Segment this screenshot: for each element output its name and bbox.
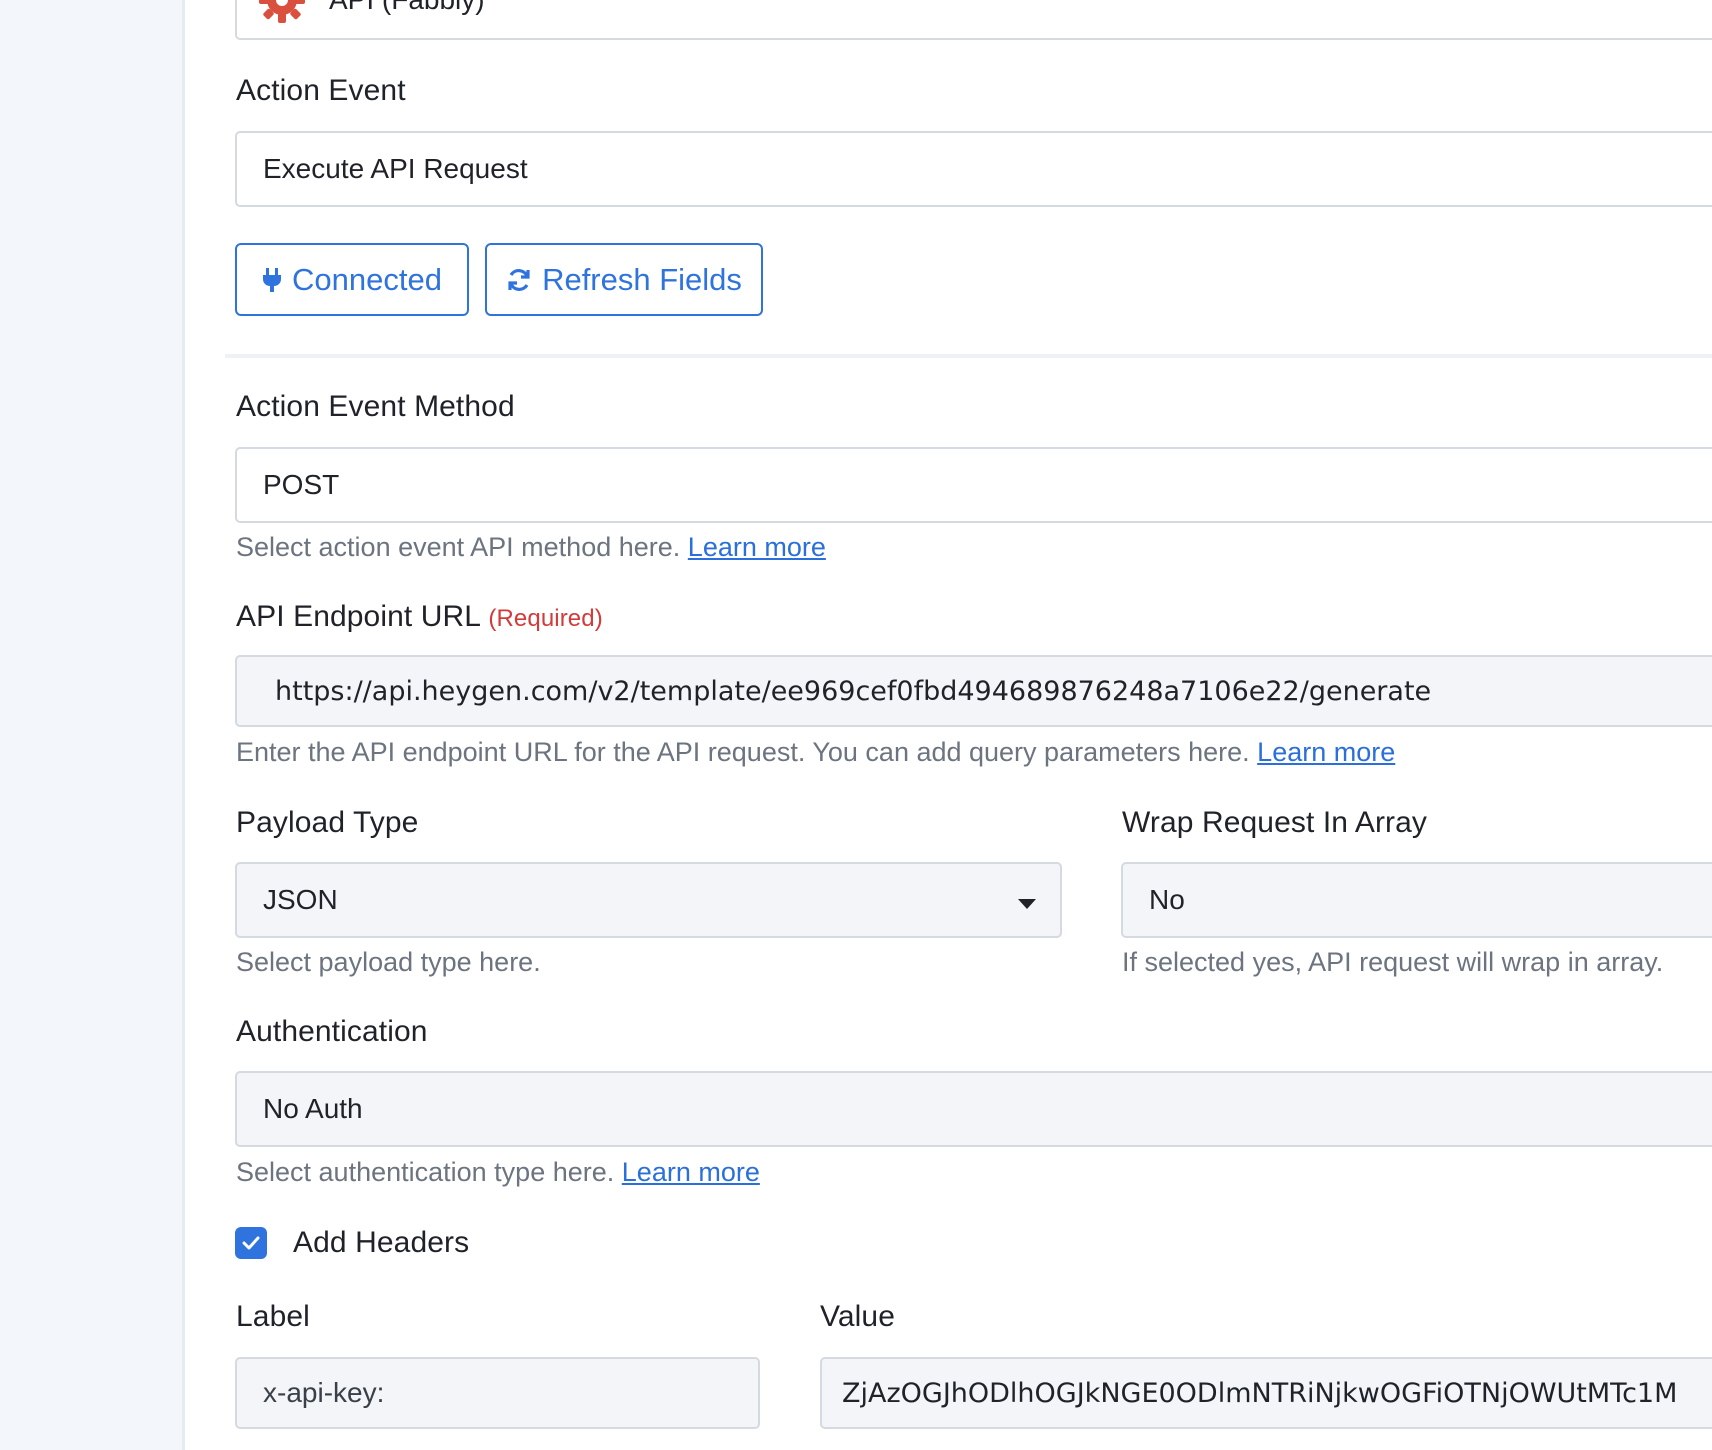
method-label: Action Event Method — [236, 390, 515, 423]
plug-icon — [262, 267, 282, 293]
app-selector[interactable]: API (Fabbly) — [235, 0, 1712, 40]
wrap-request-value: No — [1149, 884, 1185, 915]
auth-value: No Auth — [263, 1093, 363, 1124]
action-config-panel: API (Fabbly) Action Event Execute API Re… — [185, 0, 1712, 1450]
wrap-label: Wrap Request In Array — [1122, 806, 1428, 839]
action-event-label: Action Event — [236, 74, 406, 107]
method-help: Select action event API method here. Lea… — [236, 532, 826, 563]
header-value-input[interactable]: ZjAzOGJhODlhOGJkNGE0ODlmNTRiNjkwOGFiOTNj… — [820, 1357, 1712, 1429]
endpoint-label: API Endpoint URL — [236, 600, 480, 633]
header-label-input[interactable]: x-api-key: — [235, 1357, 760, 1429]
payload-type-value: JSON — [263, 884, 338, 915]
payload-help: Select payload type here. — [236, 947, 541, 977]
refresh-label: Refresh Fields — [542, 261, 742, 297]
payload-label: Payload Type — [236, 806, 419, 839]
endpoint-url-input[interactable]: https://api.heygen.com/v2/template/ee969… — [235, 655, 1712, 727]
header-value-value: ZjAzOGJhODlhOGJkNGE0ODlmNTRiNjkwOGFiOTNj… — [842, 1377, 1678, 1409]
endpoint-learn-more-link[interactable]: Learn more — [1257, 737, 1395, 767]
method-select[interactable]: POST — [235, 447, 1712, 523]
payload-type-select[interactable]: JSON — [235, 862, 1062, 938]
auth-label: Authentication — [236, 1015, 428, 1048]
action-event-select[interactable]: Execute API Request — [235, 131, 1712, 207]
auth-select[interactable]: No Auth — [235, 1071, 1712, 1147]
endpoint-label-row: API Endpoint URL (Required) — [236, 600, 603, 634]
gear-icon — [257, 0, 307, 25]
connected-label: Connected — [292, 261, 442, 297]
checkmark-icon — [242, 1236, 260, 1250]
wrap-request-select[interactable]: No — [1121, 862, 1712, 938]
refresh-icon — [506, 267, 532, 293]
auth-help-text: Select authentication type here. — [236, 1157, 615, 1187]
endpoint-help: Enter the API endpoint URL for the API r… — [236, 737, 1395, 768]
endpoint-url-value: https://api.heygen.com/v2/template/ee969… — [275, 675, 1432, 707]
app-title: API (Fabbly) — [329, 0, 485, 16]
action-event-value: Execute API Request — [263, 153, 528, 184]
auth-help: Select authentication type here. Learn m… — [236, 1157, 760, 1188]
wrap-help: If selected yes, API request will wrap i… — [1122, 947, 1664, 977]
headers-label-column: Label — [236, 1300, 310, 1333]
header-label-value: x-api-key: — [263, 1377, 385, 1408]
section-divider — [225, 354, 1712, 358]
method-help-text: Select action event API method here. — [236, 532, 681, 562]
connected-button[interactable]: Connected — [235, 243, 469, 316]
add-headers-checkbox[interactable] — [235, 1227, 267, 1259]
chevron-down-icon — [1018, 899, 1036, 909]
left-rail — [0, 0, 182, 1450]
headers-value-column: Value — [820, 1300, 896, 1333]
auth-learn-more-link[interactable]: Learn more — [622, 1157, 760, 1187]
method-learn-more-link[interactable]: Learn more — [688, 532, 826, 562]
method-value: POST — [263, 469, 340, 500]
refresh-fields-button[interactable]: Refresh Fields — [485, 243, 763, 316]
required-badge: (Required) — [488, 605, 603, 632]
add-headers-label[interactable]: Add Headers — [293, 1226, 469, 1260]
endpoint-help-text: Enter the API endpoint URL for the API r… — [236, 737, 1250, 767]
